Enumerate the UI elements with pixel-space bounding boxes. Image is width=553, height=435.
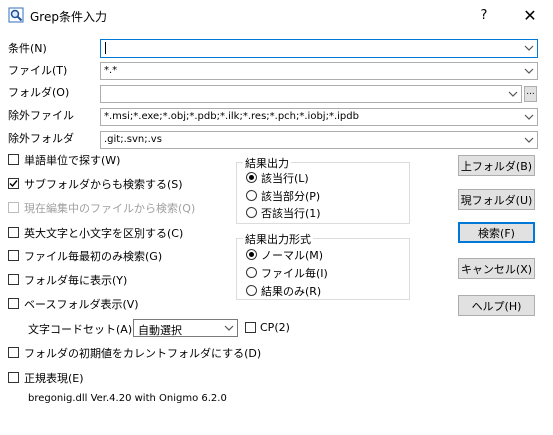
app-search-icon [8, 7, 24, 23]
current-folder-button[interactable]: 現フォルダ(U) [458, 189, 535, 210]
radio-label: 否該当行(1) [261, 207, 321, 220]
text-caret [105, 42, 106, 54]
up-folder-button[interactable]: 上フォルダ(B) [458, 155, 535, 176]
radio-matching-part[interactable] [246, 190, 257, 201]
option-label: サブフォルダからも検索する(S) [24, 178, 183, 191]
encoding-select[interactable]: 自動選択 [133, 319, 238, 337]
result-output-title: 結果出力 [243, 155, 291, 171]
checkbox-first-match-only[interactable] [8, 250, 19, 261]
close-button[interactable]: ✕ [507, 0, 553, 30]
option-label: ファイル毎最初のみ検索(G) [24, 250, 163, 263]
radio-result-only[interactable] [246, 285, 257, 296]
exclude-file-label: 除外ファイル [8, 109, 74, 122]
radio-normal[interactable] [246, 249, 257, 260]
chevron-down-icon[interactable] [521, 132, 537, 148]
radio-label: ノーマル(M) [261, 249, 324, 262]
radio-non-matching-line[interactable] [246, 207, 257, 218]
encoding-label: 文字コードセット(A) [28, 323, 133, 336]
condition-label: 条件(N) [8, 42, 47, 55]
radio-label: 該当部分(P) [261, 190, 321, 203]
checkbox-cp[interactable] [245, 322, 256, 333]
chevron-down-icon[interactable] [505, 86, 521, 102]
checkbox-word-unit[interactable] [8, 154, 19, 165]
option-label: ベースフォルダ表示(V) [24, 298, 139, 311]
browse-folder-button[interactable]: ... [524, 86, 537, 102]
checkbox-base-folder[interactable] [8, 298, 19, 309]
option-label: 単語単位で探す(W) [24, 154, 121, 167]
checkbox-regex[interactable] [8, 372, 19, 383]
chevron-down-icon[interactable] [521, 40, 537, 56]
chevron-down-icon[interactable] [521, 63, 537, 79]
encoding-value: 自動選択 [138, 324, 182, 337]
folder-label: フォルダ(O) [8, 86, 70, 99]
radio-dot [249, 252, 254, 257]
window-title: Grep条件入力 [30, 10, 107, 24]
folder-combo[interactable] [100, 85, 522, 103]
help-button[interactable]: ヘルプ(H) [458, 295, 535, 316]
file-combo[interactable]: *.* [100, 62, 538, 80]
result-format-title: 結果出力形式 [243, 231, 313, 247]
search-button[interactable]: 検索(F) [458, 222, 535, 243]
checkbox-current-file [8, 202, 19, 213]
radio-label: ファイル毎(I) [261, 267, 328, 280]
radio-label: 該当行(L) [261, 172, 309, 185]
file-value: *.* [104, 65, 118, 76]
title-bar: Grep条件入力 ? ✕ [0, 0, 553, 30]
chevron-down-icon[interactable] [222, 321, 236, 335]
option-label: 現在編集中のファイルから検索(Q) [24, 202, 196, 215]
checkbox-subfolders[interactable] [8, 178, 19, 189]
help-title-button[interactable]: ? [461, 0, 507, 30]
option-label: フォルダ毎に表示(Y) [24, 274, 128, 287]
cancel-button[interactable]: キャンセル(X) [458, 258, 535, 279]
cp-label: CP(2) [260, 321, 290, 334]
radio-dot [249, 175, 254, 180]
exclude-folder-label: 除外フォルダ [8, 132, 74, 145]
regex-library-info: bregonig.dll Ver.4.20 with Onigmo 6.2.0 [28, 393, 227, 404]
radio-label: 結果のみ(R) [261, 285, 322, 298]
option-label: 正規表現(E) [24, 372, 84, 385]
exclude-file-combo[interactable]: *.msi;*.exe;*.obj;*.pdb;*.ilk;*.res;*.pc… [100, 108, 538, 126]
option-label: 英大文字と小文字を区別する(C) [24, 227, 184, 240]
exclude-folder-combo[interactable]: .git;.svn;.vs [100, 131, 538, 149]
checkbox-initial-current-folder[interactable] [8, 347, 19, 358]
exclude-file-value: *.msi;*.exe;*.obj;*.pdb;*.ilk;*.res;*.pc… [104, 111, 359, 122]
option-label: フォルダの初期値をカレントフォルダにする(D) [24, 347, 262, 360]
chevron-down-icon[interactable] [521, 109, 537, 125]
checkbox-per-folder[interactable] [8, 274, 19, 285]
exclude-folder-value: .git;.svn;.vs [104, 134, 162, 145]
file-label: ファイル(T) [8, 64, 68, 77]
checkbox-case-sensitive[interactable] [8, 227, 19, 238]
condition-combo[interactable] [100, 39, 538, 58]
radio-matching-line[interactable] [246, 172, 257, 183]
radio-per-file[interactable] [246, 267, 257, 278]
checkmark-icon [9, 180, 18, 188]
